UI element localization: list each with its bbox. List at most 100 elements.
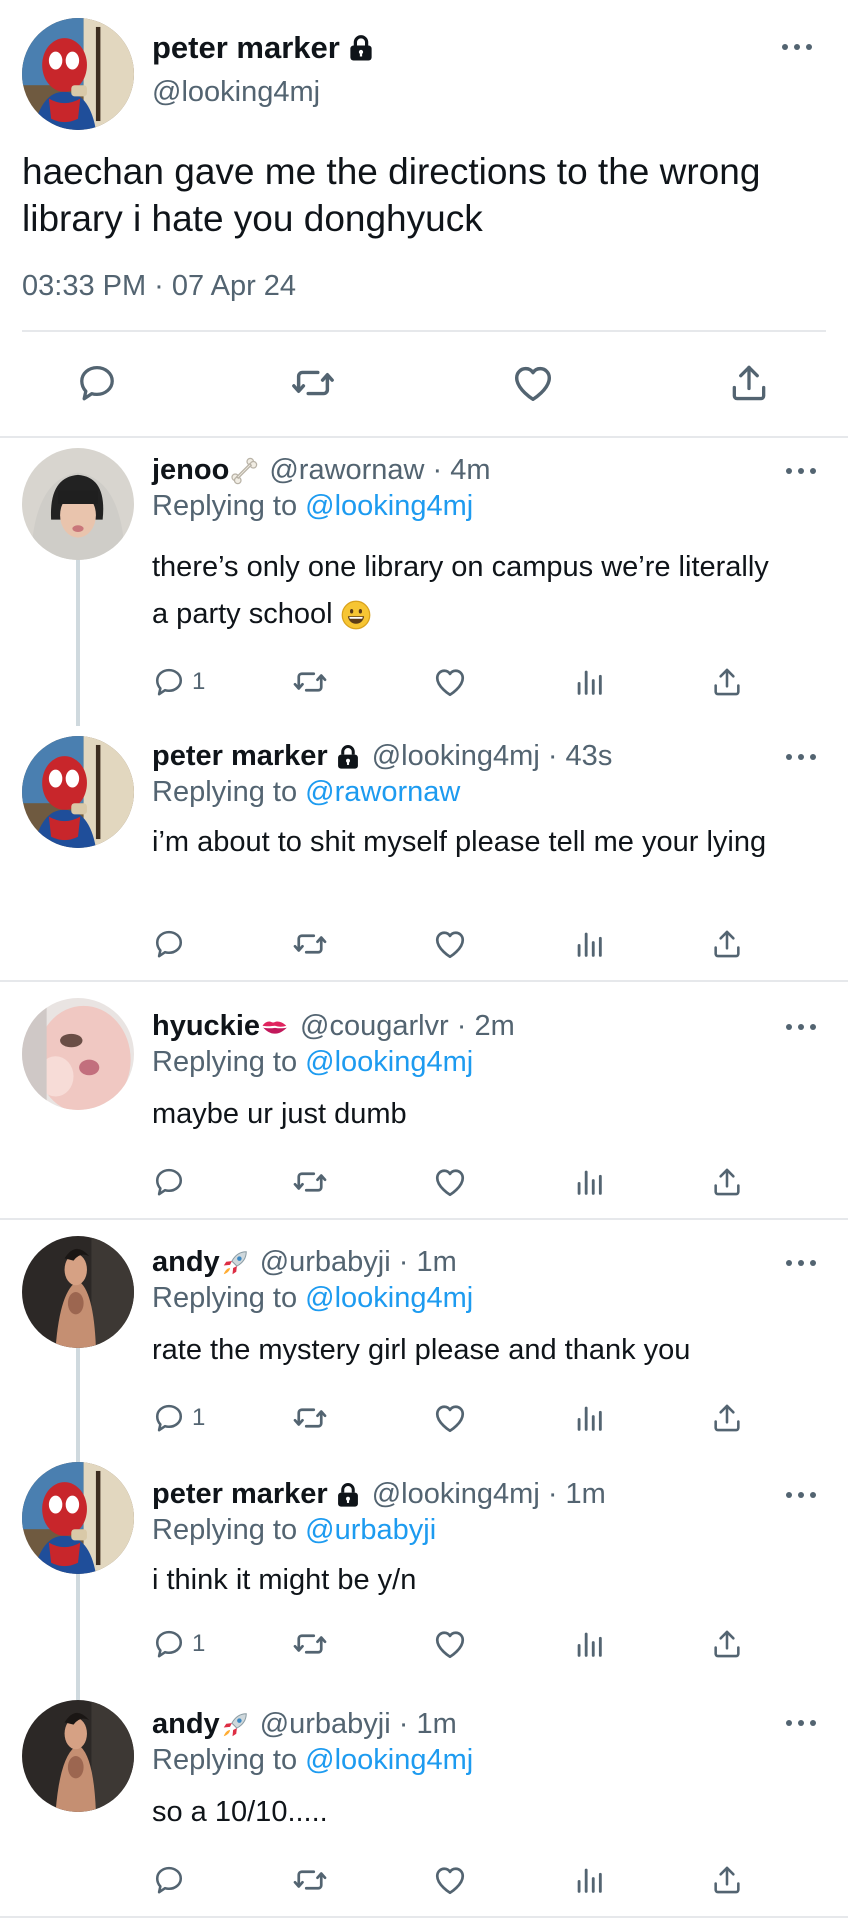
views-button[interactable] [572, 1162, 606, 1202]
more-options-icon[interactable] [786, 752, 816, 762]
replying-to-link[interactable]: @looking4mj [305, 1282, 473, 1314]
handle-and-time[interactable]: @urbabyji · 1m [260, 1246, 457, 1279]
replying-to-link[interactable]: @looking4mj [305, 490, 473, 522]
retweet-button[interactable] [292, 662, 328, 702]
more-options-icon[interactable] [782, 42, 812, 52]
reply-tweet[interactable]: hyuckie @cougarlvr · 2m Replying to @loo… [0, 982, 848, 1218]
reply-button[interactable]: 1 [152, 662, 205, 702]
avatar[interactable] [22, 736, 134, 848]
reply-icon [152, 927, 186, 961]
handle-and-time[interactable]: @cougarlvr · 2m [300, 1010, 515, 1043]
retweet-button[interactable] [292, 1624, 328, 1664]
share-button[interactable] [710, 1860, 744, 1900]
reply-button[interactable] [72, 358, 122, 408]
like-button[interactable] [432, 662, 468, 702]
like-button[interactable] [508, 358, 558, 408]
display-name[interactable]: jenoo [152, 454, 229, 487]
display-name[interactable]: peter marker [152, 740, 328, 773]
display-name[interactable]: andy [152, 1246, 220, 1279]
more-options-icon[interactable] [786, 1022, 816, 1032]
share-button[interactable] [710, 924, 744, 964]
reply-button[interactable]: 1 [152, 1398, 205, 1438]
replying-to-label: Replying to [152, 490, 298, 522]
share-button[interactable] [710, 1398, 744, 1438]
replying-to-link[interactable]: @urbabyji [305, 1514, 436, 1546]
views-button[interactable] [572, 1860, 606, 1900]
retweet-button[interactable] [292, 1860, 328, 1900]
avatar[interactable] [22, 448, 134, 560]
views-button[interactable] [572, 1624, 606, 1664]
more-options-icon[interactable] [786, 1490, 816, 1500]
replying-to: Replying to @urbabyji [152, 1514, 436, 1547]
avatar[interactable] [22, 1462, 134, 1574]
like-button[interactable] [432, 924, 468, 964]
views-icon [572, 1165, 606, 1199]
avatar[interactable] [22, 18, 134, 130]
share-button[interactable] [710, 662, 744, 702]
display-name[interactable]: peter marker [152, 30, 376, 66]
replying-to-label: Replying to [152, 1744, 298, 1776]
like-button[interactable] [432, 1162, 468, 1202]
main-tweet[interactable]: peter marker @looking4mj haechan gave me… [0, 0, 848, 438]
display-name-text[interactable]: peter marker [152, 30, 340, 66]
reply-text: rate the mystery girl please and thank y… [152, 1334, 691, 1366]
retweet-icon [290, 360, 336, 406]
reply-header: hyuckie @cougarlvr · 2m [152, 1010, 515, 1043]
reply-actions: 1 [0, 662, 848, 702]
like-button[interactable] [432, 1398, 468, 1438]
reply-header: peter marker @looking4mj · 1m [152, 1478, 606, 1511]
more-options-icon[interactable] [786, 1258, 816, 1268]
retweet-icon [292, 1400, 328, 1436]
replying-to-link[interactable]: @rawornaw [305, 776, 460, 808]
like-button[interactable] [432, 1860, 468, 1900]
bone-emoji-icon [231, 457, 258, 484]
share-button[interactable] [724, 358, 774, 408]
rocket-emoji-icon [223, 1712, 247, 1736]
display-name[interactable]: andy [152, 1708, 220, 1741]
retweet-button[interactable] [288, 358, 338, 408]
avatar[interactable] [22, 1236, 134, 1348]
retweet-button[interactable] [292, 1162, 328, 1202]
avatar[interactable] [22, 1700, 134, 1812]
views-button[interactable] [572, 1398, 606, 1438]
handle-and-time[interactable]: @looking4mj · 1m [372, 1478, 606, 1511]
retweet-button[interactable] [292, 924, 328, 964]
handle-and-time[interactable]: @urbabyji · 1m [260, 1708, 457, 1741]
like-icon [432, 1626, 468, 1662]
display-name[interactable]: hyuckie [152, 1010, 260, 1043]
reply-button[interactable]: 1 [152, 1624, 205, 1664]
more-options-icon[interactable] [786, 1718, 816, 1728]
reply-tweet[interactable]: andy @urbabyji · 1m Replying to @looking… [0, 1682, 848, 1918]
like-icon [432, 1862, 468, 1898]
handle-and-time[interactable]: @rawornaw · 4m [269, 454, 490, 487]
replying-to-link[interactable]: @looking4mj [305, 1046, 473, 1078]
retweet-button[interactable] [292, 1398, 328, 1438]
reply-tweet[interactable]: peter marker @looking4mj · 1m Replying t… [0, 1450, 848, 1682]
share-icon [727, 361, 771, 405]
handle-and-time[interactable]: @looking4mj · 43s [372, 740, 613, 773]
reply-tweet[interactable]: jenoo @rawornaw · 4m Replying to @lookin… [0, 436, 848, 726]
more-options-icon[interactable] [786, 466, 816, 476]
reply-tweet[interactable]: andy @urbabyji · 1m Replying to @looking… [0, 1220, 848, 1450]
share-button[interactable] [710, 1624, 744, 1664]
reply-tweet[interactable]: peter marker @looking4mj · 43s Replying … [0, 726, 848, 980]
views-button[interactable] [572, 924, 606, 964]
like-button[interactable] [432, 1624, 468, 1664]
tweet-actions [0, 358, 848, 408]
reply-button[interactable] [152, 1860, 192, 1900]
display-name[interactable]: peter marker [152, 1478, 328, 1511]
lock-icon [346, 33, 376, 63]
reply-actions [0, 1860, 848, 1900]
user-handle[interactable]: @looking4mj [152, 76, 320, 109]
avatar[interactable] [22, 998, 134, 1110]
reply-text: there’s only one library on campus we’re… [152, 544, 792, 638]
reply-button[interactable] [152, 1162, 192, 1202]
reply-icon [152, 1863, 186, 1897]
reply-text: i’m about to shit myself please tell me … [152, 826, 767, 858]
reply-button[interactable] [152, 924, 192, 964]
views-button[interactable] [572, 662, 606, 702]
divider [22, 330, 826, 332]
retweet-icon [292, 1164, 328, 1200]
share-button[interactable] [710, 1162, 744, 1202]
replying-to-link[interactable]: @looking4mj [305, 1744, 473, 1776]
